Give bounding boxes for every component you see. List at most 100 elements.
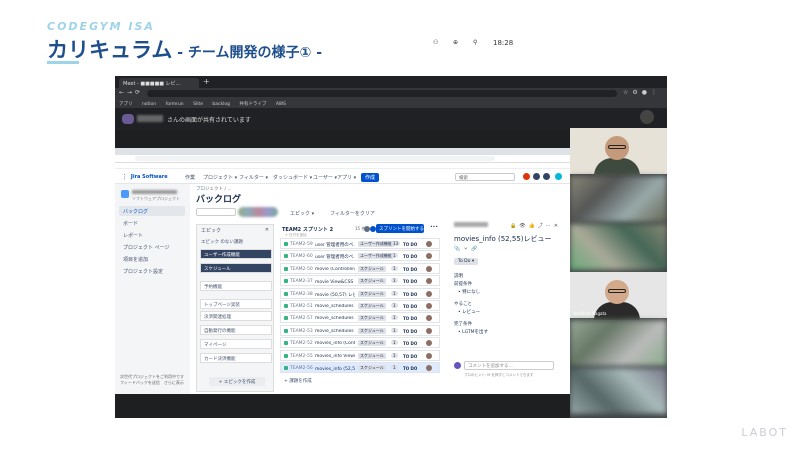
issue-status[interactable]: TO DO (403, 354, 417, 359)
epic-label[interactable]: スケジュール (358, 290, 386, 297)
epic-item[interactable]: カード決済機能 (200, 353, 272, 363)
issue-status[interactable]: TO DO (403, 267, 417, 272)
issue-key[interactable]: TEAM2-53 (290, 329, 313, 334)
status-dropdown[interactable]: To Do ▾ (454, 258, 479, 265)
participant-tile[interactable] (570, 368, 667, 414)
jira-logo[interactable]: Jira Software (131, 174, 168, 180)
table-row[interactable]: TEAM2-38movie (50,57) レビュースケジュール 1 TO DO (280, 287, 440, 299)
create-issue-button[interactable]: + 課題を作成 (284, 378, 312, 384)
bookmark[interactable]: formrun (166, 102, 184, 107)
issue-summary[interactable]: movie_schedules View... (315, 316, 355, 321)
issue-summary[interactable]: movie View&CSS 実装 (315, 279, 355, 285)
epic-item[interactable]: 自動発行の機能 (200, 325, 272, 335)
table-row[interactable]: TEAM2-57movie_schedules View...スケジュール 1 TO… (280, 312, 440, 324)
bookmark[interactable]: 共有ドライブ (239, 102, 266, 107)
browser-tab[interactable]: Meet - ■■■■■ レビ... (119, 78, 199, 88)
assignee-avatar[interactable] (426, 290, 432, 297)
epic-item[interactable]: 予約機能 (200, 281, 272, 291)
issue-summary[interactable]: user 管理者用のペ... (315, 254, 355, 260)
epic-label[interactable]: スケジュール (358, 352, 386, 359)
extension-icons[interactable]: ☆⚙●⋮ (623, 89, 661, 96)
bookmark[interactable]: アプリ (119, 102, 133, 107)
table-row[interactable]: TEAM2-50movie (Controller/Mod...スケジュール 1T… (280, 262, 440, 274)
bookmark[interactable]: Slite (193, 102, 203, 107)
people-icon[interactable]: ⚇ (433, 39, 438, 46)
issue-status[interactable]: TO DO (403, 292, 417, 297)
assignee-avatar[interactable] (426, 315, 432, 322)
epic-label[interactable]: ユーザー作成機能 (358, 241, 394, 247)
issue-status[interactable]: TO DO (403, 304, 417, 309)
backlog-search-input[interactable] (196, 208, 236, 216)
epic-item[interactable]: ユーザー作成機能 (200, 249, 272, 259)
no-epic-issues[interactable]: エピック のない課題 (201, 239, 243, 245)
epic-filter[interactable]: エピック ▾ (290, 210, 314, 217)
issue-key[interactable]: TEAM2-52 (290, 341, 313, 346)
nav-filters[interactable]: フィルター ▾ (239, 174, 268, 181)
table-row[interactable]: TEAM2-53movie_schedules (51,...スケジュール 1 TO… (280, 324, 440, 336)
issue-status[interactable]: TO DO (403, 242, 417, 247)
issue-key[interactable]: TEAM2-57 (290, 316, 313, 321)
epic-item[interactable]: 決済関連処理 (200, 311, 272, 321)
assignee-avatar[interactable] (426, 327, 432, 334)
issue-key[interactable]: TEAM2-50 (290, 267, 313, 272)
notification-icon[interactable] (523, 173, 530, 180)
participant-tile[interactable] (570, 128, 667, 176)
create-button[interactable]: 作成 (361, 173, 380, 182)
issue-status[interactable]: TO DO (403, 329, 417, 334)
nav-apps[interactable]: アプリ ▾ (337, 174, 356, 181)
assignee-avatar[interactable] (426, 278, 432, 285)
create-epic-button[interactable]: + エピックを作成 (209, 377, 265, 386)
start-sprint-button[interactable]: スプリントを開始する (376, 224, 424, 233)
assignee-avatar[interactable] (426, 303, 432, 309)
epic-label[interactable]: スケジュール (358, 340, 386, 347)
comment-input[interactable]: コメントを追加する... (464, 361, 554, 370)
nav-users[interactable]: ユーザー ▾ (313, 174, 337, 181)
sidebar-item-project-settings[interactable]: プロジェクト設定 (119, 266, 185, 276)
issue-summary[interactable]: movies_info (52,55) レ... (315, 366, 355, 372)
help-icon[interactable] (533, 173, 540, 180)
epic-label[interactable]: ユーザー作成機能 (358, 253, 394, 260)
issue-key[interactable]: TEAM2-37 (290, 279, 313, 284)
issue-status[interactable]: TO DO (403, 316, 417, 321)
clear-filter-button[interactable]: フィルターをクリア (330, 210, 375, 217)
sidebar-item-board[interactable]: ボード (119, 218, 185, 228)
share-icon[interactable]: ⚲ (473, 39, 477, 46)
assignee-avatars[interactable] (238, 207, 278, 217)
assignee-avatar[interactable] (426, 241, 432, 247)
assignee-avatar[interactable] (426, 340, 432, 347)
issue-summary[interactable]: movies_info View&CS... (315, 354, 355, 359)
nav-arrows-icon[interactable]: ←→⟳ (119, 89, 143, 96)
epic-item[interactable]: スケジュール (200, 263, 272, 273)
epic-label[interactable]: スケジュール (358, 278, 386, 285)
table-row[interactable]: TEAM2-60 user 管理者用のペ... ユーザー作成機能 1 TO DO (280, 250, 440, 262)
issue-summary[interactable]: movie_schedules (Contr... (315, 304, 355, 309)
issue-summary[interactable]: movies_info (Controller... (315, 341, 355, 346)
issue-key[interactable]: TEAM2-38 (290, 292, 313, 297)
activity-icon[interactable]: ⊕ (453, 39, 458, 46)
attach-icons[interactable]: 📎⑂🔗 (454, 246, 481, 252)
bookmark[interactable]: notion (142, 102, 156, 107)
participant-tile[interactable]: Yoshihiro Nagata (570, 272, 667, 320)
nav-projects[interactable]: プロジェクト ▾ (203, 174, 237, 181)
sidebar-item-add-item[interactable]: 項目を追加 (119, 254, 185, 264)
sprint-more-menu[interactable]: ••• (430, 225, 438, 230)
nav-work[interactable]: 作業 (185, 174, 195, 181)
epic-label[interactable]: スケジュール (358, 265, 386, 272)
issue-title[interactable]: movies_info (52,55)レビュー (454, 234, 552, 244)
assignee-avatar[interactable] (426, 265, 432, 272)
issue-status[interactable]: TO DO (403, 366, 417, 371)
table-row[interactable]: TEAM2-59 user 管理者用のペ... ユーザー作成機能 13 TO DO (280, 238, 440, 249)
participant-tile[interactable] (570, 320, 667, 366)
table-row[interactable]: TEAM2-55movies_info View&CS...スケジュール 1 TO … (280, 349, 440, 361)
issue-key[interactable]: TEAM2-55 (290, 354, 313, 359)
issue-summary[interactable]: movie (50,57) レビュー (315, 292, 355, 298)
issue-status[interactable]: TO DO (403, 341, 417, 346)
participant-tile[interactable] (570, 224, 667, 270)
issue-key[interactable]: TEAM2-56 (290, 366, 313, 371)
sidebar-item-backlog[interactable]: バックログ (119, 206, 185, 216)
issue-summary[interactable]: user 管理者用のペ... (315, 242, 355, 248)
table-row[interactable]: TEAM2-37movie View&CSS 実装スケジュール 1 TO DO (280, 275, 440, 287)
sidebar-item-project-pages[interactable]: プロジェクト ページ (119, 242, 185, 252)
settings-icon[interactable] (543, 173, 550, 180)
epic-item[interactable]: トップページ実装 (200, 299, 272, 309)
